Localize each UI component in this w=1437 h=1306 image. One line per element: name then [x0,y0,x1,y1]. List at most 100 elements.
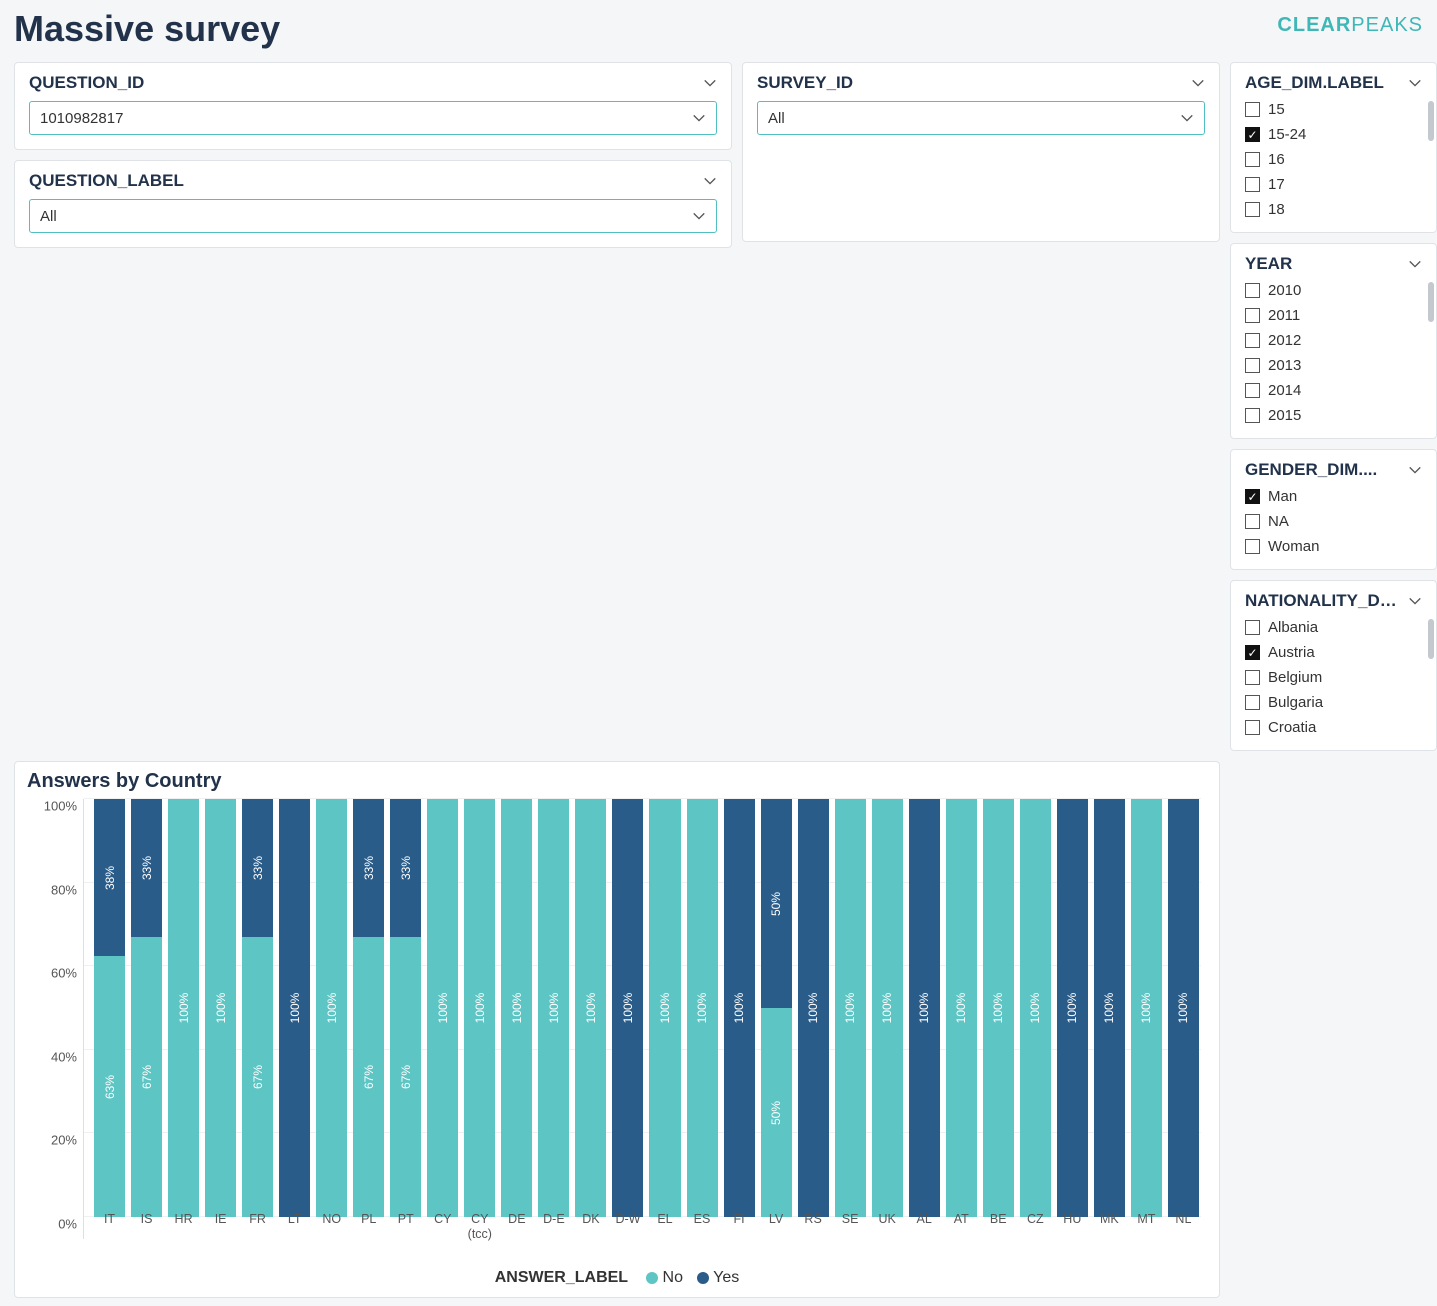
checkbox[interactable] [1245,514,1260,529]
bar[interactable]: 100% [427,799,458,1217]
bar-value-label: 100% [917,993,931,1024]
chevron-down-icon[interactable] [1408,463,1422,477]
facet-option[interactable]: ✓Austria [1245,644,1422,661]
bar[interactable]: 100% [612,799,643,1217]
bar[interactable]: 100% [205,799,236,1217]
facet-option[interactable]: Bulgaria [1245,694,1422,711]
facet-option-label: 15 [1268,101,1285,118]
bar-segment-yes: 50% [761,799,792,1008]
facet-option[interactable]: 16 [1245,151,1422,168]
bar-value-label: 100% [177,993,191,1024]
x-tick-label: EL [649,1212,680,1241]
checkbox[interactable] [1245,308,1260,323]
bar[interactable]: 100% [983,799,1014,1217]
bar[interactable]: 33%67% [390,799,421,1217]
bar[interactable]: 33%67% [242,799,273,1217]
chart-title: Answers by Country [27,770,1209,793]
select-value: All [768,110,785,127]
checkbox[interactable] [1245,620,1260,635]
checkbox[interactable] [1245,670,1260,685]
facet-option-label: 2015 [1268,407,1301,424]
survey-id-select[interactable]: All [757,101,1205,135]
chevron-down-icon[interactable] [1408,76,1422,90]
facet-option[interactable]: 18 [1245,201,1422,218]
legend-title: ANSWER_LABEL [495,1269,628,1287]
bar[interactable]: 33%67% [131,799,162,1217]
bar[interactable]: 100% [687,799,718,1217]
chevron-down-icon[interactable] [703,174,717,188]
facet-option[interactable]: ✓Man [1245,488,1422,505]
facet-option[interactable]: 17 [1245,176,1422,193]
chevron-down-icon[interactable] [1408,594,1422,608]
checkbox[interactable] [1245,202,1260,217]
bar-segment-yes: 33% [242,799,273,937]
scrollbar-thumb[interactable] [1428,101,1434,141]
bar-segment-no: 67% [242,937,273,1217]
bar[interactable]: 100% [724,799,755,1217]
bar-segment-no: 100% [649,799,680,1217]
facet-option[interactable]: NA [1245,513,1422,530]
checkbox[interactable] [1245,358,1260,373]
bar[interactable]: 100% [464,799,495,1217]
bar[interactable]: 100% [1020,799,1051,1217]
facet-option-label: NA [1268,513,1289,530]
bar[interactable]: 100% [649,799,680,1217]
bar[interactable]: 100% [279,799,310,1217]
bar[interactable]: 100% [946,799,977,1217]
facet-option[interactable]: 2012 [1245,332,1422,349]
facet-option[interactable]: ✓15-24 [1245,126,1422,143]
facet-option-label: 2012 [1268,332,1301,349]
checkbox[interactable] [1245,695,1260,710]
question-id-select[interactable]: 1010982817 [29,101,717,135]
bar[interactable]: 100% [575,799,606,1217]
bar[interactable]: 100% [538,799,569,1217]
bar[interactable]: 33%67% [353,799,384,1217]
bar[interactable]: 100% [1168,799,1199,1217]
facet-option[interactable]: 2011 [1245,307,1422,324]
bar[interactable]: 38%63% [94,799,125,1217]
checkbox[interactable] [1245,539,1260,554]
checkbox[interactable]: ✓ [1245,127,1260,142]
checkbox[interactable] [1245,283,1260,298]
facet-option[interactable]: 2013 [1245,357,1422,374]
checkbox[interactable] [1245,177,1260,192]
chevron-down-icon[interactable] [1408,257,1422,271]
facet-option[interactable]: Croatia [1245,719,1422,736]
x-tick-label: IS [131,1212,162,1241]
checkbox[interactable]: ✓ [1245,645,1260,660]
bar[interactable]: 100% [168,799,199,1217]
checkbox[interactable] [1245,333,1260,348]
facet-option[interactable]: Belgium [1245,669,1422,686]
chevron-down-icon[interactable] [703,76,717,90]
chevron-down-icon[interactable] [1191,76,1205,90]
bar[interactable]: 50%50% [761,799,792,1217]
bar[interactable]: 100% [1057,799,1088,1217]
facet-option[interactable]: Woman [1245,538,1422,555]
facet-option[interactable]: 2014 [1245,382,1422,399]
checkbox[interactable] [1245,408,1260,423]
bar[interactable]: 100% [501,799,532,1217]
bar[interactable]: 100% [1094,799,1125,1217]
checkbox[interactable] [1245,152,1260,167]
facet-option[interactable]: 2015 [1245,407,1422,424]
bar[interactable]: 100% [835,799,866,1217]
bar[interactable]: 100% [909,799,940,1217]
checkbox[interactable] [1245,383,1260,398]
facet-gender: GENDER_DIM.... ✓ManNAWoman [1230,449,1437,570]
checkbox[interactable]: ✓ [1245,489,1260,504]
facet-option[interactable]: 15 [1245,101,1422,118]
bar[interactable]: 100% [1131,799,1162,1217]
scrollbar-thumb[interactable] [1428,282,1434,322]
x-tick-label: DE [501,1212,532,1241]
question-label-select[interactable]: All [29,199,717,233]
facet-title: AGE_DIM.LABEL [1245,73,1384,93]
scrollbar-thumb[interactable] [1428,619,1434,659]
bar-segment-yes: 33% [131,799,162,937]
facet-option[interactable]: Albania [1245,619,1422,636]
bar[interactable]: 100% [798,799,829,1217]
bar[interactable]: 100% [872,799,903,1217]
checkbox[interactable] [1245,102,1260,117]
bar[interactable]: 100% [316,799,347,1217]
checkbox[interactable] [1245,720,1260,735]
facet-option[interactable]: 2010 [1245,282,1422,299]
